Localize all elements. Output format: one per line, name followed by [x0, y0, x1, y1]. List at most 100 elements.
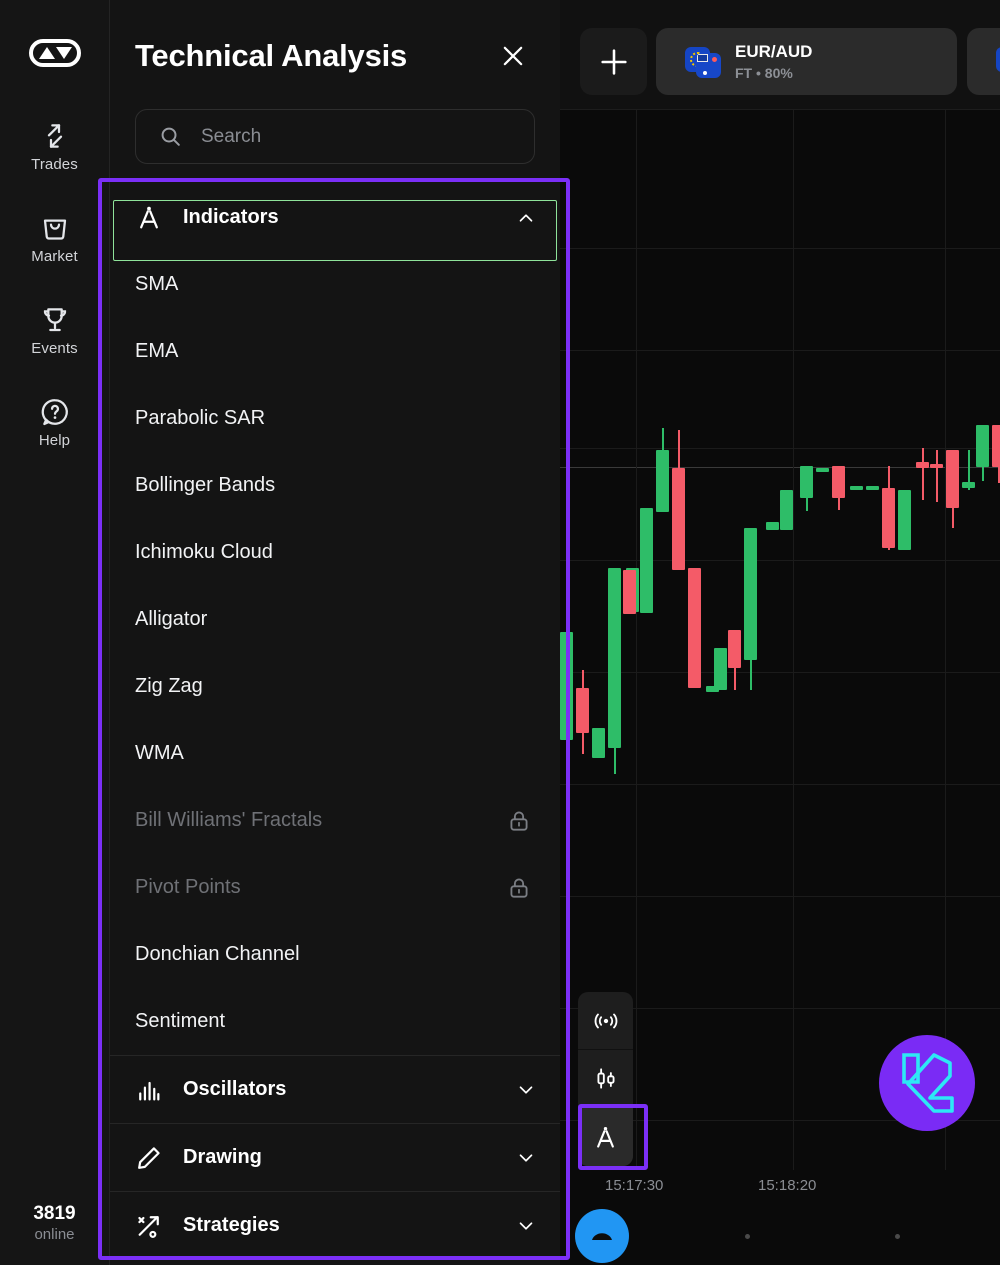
indicator-label: Sentiment: [135, 1010, 226, 1032]
lock-icon: [506, 875, 532, 901]
candle-up: [714, 648, 727, 690]
sidebar-item-label: Help: [38, 432, 71, 449]
sidebar-item-label: Events: [31, 340, 78, 357]
sidebar-item-label: Trades: [31, 156, 78, 173]
candle-down: [832, 466, 845, 510]
chevron-down-icon: [512, 1147, 540, 1169]
add-tab-button[interactable]: [580, 28, 647, 95]
technical-analysis-panel: Technical Analysis Search Indicators SMA…: [110, 0, 560, 1265]
category-strategies[interactable]: Strategies: [110, 1192, 560, 1259]
time-label: 15:17:30: [605, 1177, 664, 1194]
indicator-label: Zig Zag: [135, 675, 203, 697]
candle-down: [672, 430, 685, 570]
sidebar-item-trades[interactable]: Trades: [0, 119, 109, 173]
candle-down: [930, 450, 943, 502]
flag-pair-icon: [996, 46, 1000, 77]
indicator-row-bill-williams-fractals[interactable]: Bill Williams' Fractals: [110, 787, 560, 854]
candle-up: [976, 425, 989, 481]
indicator-row-parabolic-sar[interactable]: Parabolic SAR: [110, 385, 560, 452]
indicator-label: Bollinger Bands: [135, 474, 276, 496]
candle-up: [744, 528, 757, 690]
online-label: online: [34, 1226, 75, 1243]
candle-up: [592, 728, 605, 758]
tool-signal[interactable]: [578, 992, 633, 1050]
indicator-label: Pivot Points: [135, 876, 241, 898]
brand-badge-icon: [902, 1053, 954, 1113]
candle-down: [946, 450, 959, 528]
close-button[interactable]: [496, 39, 530, 73]
indicator-row-wma[interactable]: WMA: [110, 720, 560, 787]
trades-arrows-icon: [39, 119, 71, 153]
indicator-label: EMA: [135, 340, 179, 362]
tab-next-partial[interactable]: [967, 28, 1000, 95]
gridline-v: [945, 110, 946, 1170]
compass-icon: [135, 204, 175, 232]
online-count: 3819: [33, 1203, 76, 1224]
indicator-row-sentiment[interactable]: Sentiment: [110, 988, 560, 1055]
pencil-icon: [135, 1144, 175, 1172]
close-icon: [503, 46, 523, 66]
chevron-down-icon: [512, 1079, 540, 1101]
category-drawing[interactable]: Drawing: [110, 1124, 560, 1191]
sidebar-item-help[interactable]: Help: [0, 395, 109, 449]
category-indicators[interactable]: Indicators: [110, 184, 560, 251]
app-logo-icon: [28, 39, 81, 67]
candle-up: [640, 508, 653, 613]
chart-tool-strip: [578, 992, 633, 1166]
tab-pair-name: EUR/AUD: [735, 42, 813, 61]
brand-badge[interactable]: [879, 1035, 975, 1131]
indicator-label: WMA: [135, 742, 184, 764]
indicator-row-donchian-channel[interactable]: Donchian Channel: [110, 921, 560, 988]
page-title: Technical Analysis: [135, 38, 408, 73]
indicator-label: Ichimoku Cloud: [135, 541, 273, 563]
tab-eur-aud[interactable]: EUR/AUD FT • 80%: [656, 28, 957, 95]
category-label: Oscillators: [183, 1078, 287, 1100]
chevron-up-icon: [512, 207, 540, 229]
carousel-dot[interactable]: [895, 1234, 900, 1239]
candle-up: [560, 612, 573, 740]
search-input[interactable]: Search: [135, 109, 535, 164]
strategies-icon: [135, 1212, 175, 1240]
candle-down: [728, 630, 741, 690]
indicator-list: SMA EMA Parabolic SAR Bollinger Bands Ic…: [110, 251, 560, 1055]
candle-up: [898, 490, 911, 550]
indicator-label: SMA: [135, 273, 179, 295]
plus-icon: [600, 48, 627, 75]
chat-bubble-icon: [592, 1233, 612, 1240]
candle-up: [816, 468, 829, 472]
signal-icon: [594, 1013, 617, 1028]
candle-up: [608, 568, 621, 774]
indicator-row-bollinger-bands[interactable]: Bollinger Bands: [110, 452, 560, 519]
candle-up: [866, 486, 879, 490]
panel-header: Technical Analysis: [110, 0, 560, 74]
candle-down: [623, 570, 636, 614]
chevron-down-icon: [512, 1215, 540, 1237]
candle-up: [766, 522, 779, 530]
chat-bubble-button[interactable]: [575, 1209, 629, 1263]
category-oscillators[interactable]: Oscillators: [110, 1056, 560, 1123]
left-nav-rail: Trades Market Events Help 3819 online: [0, 0, 110, 1265]
indicator-row-ichimoku-cloud[interactable]: Ichimoku Cloud: [110, 519, 560, 586]
lock-icon: [506, 808, 532, 834]
indicator-label: Bill Williams' Fractals: [135, 809, 323, 831]
indicator-label: Donchian Channel: [135, 943, 300, 965]
market-bag-icon: [39, 211, 71, 245]
tool-candles[interactable]: [578, 1050, 633, 1108]
sidebar-item-events[interactable]: Events: [0, 303, 109, 357]
app-logo[interactable]: [28, 36, 81, 75]
candle-down: [882, 466, 895, 550]
indicator-row-zig-zag[interactable]: Zig Zag: [110, 653, 560, 720]
category-label: Strategies: [183, 1214, 280, 1236]
tab-pair-meta: FT • 80%: [735, 65, 793, 81]
indicator-row-sma[interactable]: SMA: [110, 251, 560, 318]
carousel-dot[interactable]: [745, 1234, 750, 1239]
indicator-row-alligator[interactable]: Alligator: [110, 586, 560, 653]
search-icon: [158, 124, 183, 149]
tool-technical-analysis[interactable]: [578, 1108, 633, 1166]
sidebar-item-market[interactable]: Market: [0, 211, 109, 265]
indicator-row-pivot-points[interactable]: Pivot Points: [110, 854, 560, 921]
indicator-row-ema[interactable]: EMA: [110, 318, 560, 385]
candle-down: [688, 568, 701, 688]
candle-up: [800, 466, 813, 511]
gridline-v: [636, 110, 637, 1170]
